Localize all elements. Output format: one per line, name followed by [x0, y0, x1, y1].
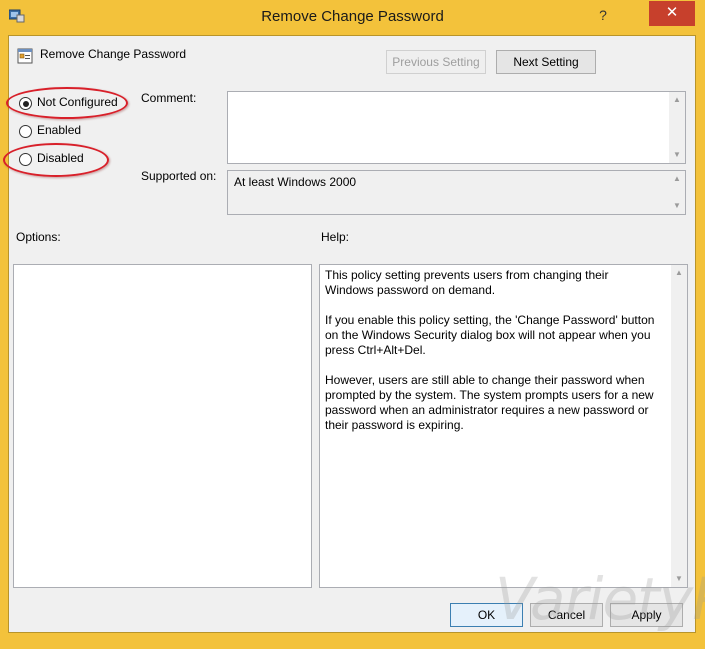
- supported-scrollbar[interactable]: ▲ ▼: [669, 171, 685, 214]
- help-paragraph: This policy setting prevents users from …: [325, 268, 609, 297]
- comment-scrollbar[interactable]: ▲ ▼: [669, 92, 685, 163]
- previous-setting-button[interactable]: Previous Setting: [386, 50, 486, 74]
- policy-name: Remove Change Password: [40, 47, 187, 61]
- radio-button[interactable]: [19, 125, 32, 138]
- help-label: Help:: [321, 230, 350, 244]
- options-label: Options:: [16, 230, 61, 244]
- radio-label: Enabled: [37, 123, 82, 137]
- dialog-client: Remove Change Password Previous Setting …: [3, 35, 696, 633]
- comment-label: Comment:: [141, 91, 197, 105]
- supported-on-label: Supported on:: [141, 169, 217, 183]
- dialog-window: Remove Change Password ? ✕ Remove Change…: [0, 0, 705, 649]
- ok-button[interactable]: OK: [450, 603, 523, 627]
- scroll-up-icon[interactable]: ▲: [671, 265, 687, 281]
- options-panel: [13, 264, 312, 588]
- help-panel: This policy setting prevents users from …: [319, 264, 688, 588]
- highlight-ring: [3, 143, 109, 177]
- apply-button[interactable]: Apply: [610, 603, 683, 627]
- scroll-down-icon[interactable]: ▼: [669, 198, 685, 214]
- title-bar[interactable]: Remove Change Password ? ✕: [0, 0, 705, 35]
- help-scrollbar[interactable]: ▲ ▼: [671, 265, 687, 587]
- comment-field[interactable]: ▲ ▼: [227, 91, 686, 164]
- scroll-down-icon[interactable]: ▼: [671, 571, 687, 587]
- help-paragraph: However, users are still able to change …: [325, 373, 654, 432]
- close-icon[interactable]: ✕: [649, 1, 695, 26]
- help-paragraph: If you enable this policy setting, the '…: [325, 313, 655, 357]
- supported-on-value: At least Windows 2000: [234, 175, 357, 189]
- next-setting-button[interactable]: Next Setting: [496, 50, 596, 74]
- scroll-up-icon[interactable]: ▲: [669, 171, 685, 187]
- help-text: This policy setting prevents users from …: [325, 268, 660, 448]
- help-icon[interactable]: ?: [592, 5, 614, 25]
- supported-on-field: At least Windows 2000 ▲ ▼: [227, 170, 686, 215]
- cancel-button[interactable]: Cancel: [530, 603, 603, 627]
- highlight-ring: [6, 87, 128, 119]
- policy-icon: [17, 48, 33, 64]
- scroll-down-icon[interactable]: ▼: [669, 147, 685, 163]
- scroll-up-icon[interactable]: ▲: [669, 92, 685, 108]
